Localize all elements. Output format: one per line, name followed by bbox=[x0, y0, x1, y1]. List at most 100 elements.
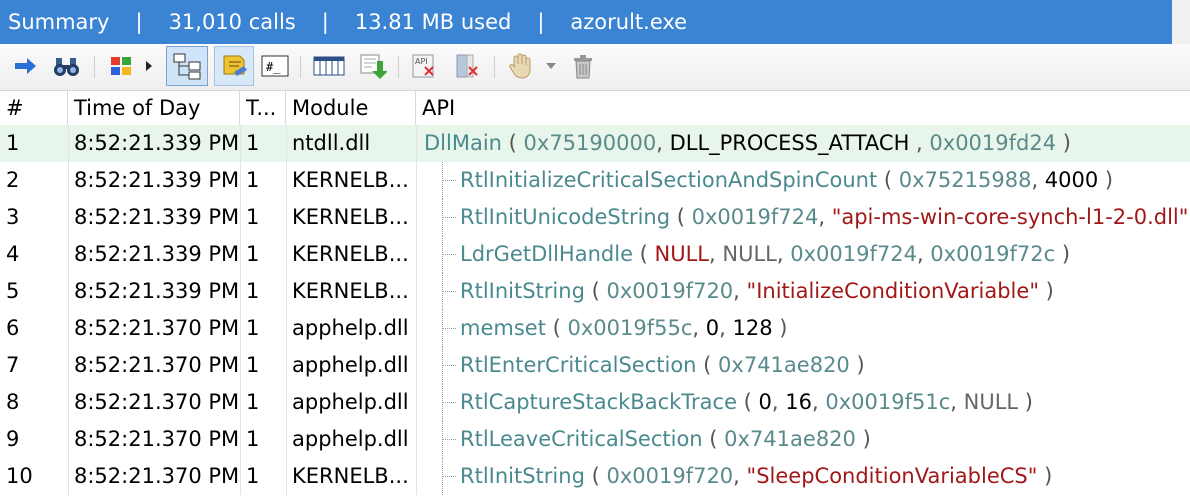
row-thread: 1 bbox=[246, 131, 260, 155]
dropdown-icon[interactable] bbox=[540, 50, 562, 82]
highlight-icon[interactable] bbox=[214, 46, 254, 86]
column-divider bbox=[240, 421, 241, 458]
api-argument: NULL bbox=[654, 242, 710, 266]
api-function-name[interactable]: RtlInitString bbox=[460, 464, 585, 488]
api-function-name[interactable]: RtlCaptureStackBackTrace bbox=[460, 390, 737, 414]
row-api-call: RtlInitUnicodeString ( 0x0019f724, "api-… bbox=[454, 199, 1190, 236]
row-api-call: RtlEnterCriticalSection ( 0x741ae820 ) bbox=[454, 347, 1190, 384]
row-api-call: LdrGetDllHandle ( NULL, NULL, 0x0019f724… bbox=[454, 236, 1190, 273]
export-icon[interactable] bbox=[358, 50, 388, 82]
expand-arrow-icon[interactable] bbox=[142, 50, 156, 82]
api-argument: 0x75190000 bbox=[523, 131, 657, 155]
table-row[interactable]: 9 8:52:21.370 PM 1 apphelp.dll RtlLeaveCriti… bbox=[0, 421, 1190, 458]
forward-arrow-icon[interactable] bbox=[10, 50, 40, 82]
api-argument: NULL bbox=[722, 242, 777, 266]
api-argument: 0x0019f724 bbox=[790, 242, 917, 266]
api-argument: 0x0019f55c bbox=[567, 316, 693, 340]
memory-used: 13.81 MB used bbox=[354, 10, 512, 34]
column-divider bbox=[240, 310, 241, 347]
toolbar: #_ API bbox=[0, 44, 1190, 91]
columns-icon[interactable] bbox=[312, 50, 346, 82]
table-row[interactable]: 3 8:52:21.339 PM 1 KERNELB... RtlInitUnicode… bbox=[0, 199, 1190, 236]
api-argument: , bbox=[776, 242, 791, 266]
api-argument: 0x0019fd24 bbox=[929, 131, 1057, 155]
delete-column-icon[interactable] bbox=[452, 50, 482, 82]
paren-close: ) bbox=[855, 427, 871, 451]
api-function-name[interactable]: RtlInitUnicodeString bbox=[460, 205, 670, 229]
row-number: 9 bbox=[6, 427, 20, 451]
api-function-name[interactable]: RtlInitializeCriticalSectionAndSpinCount bbox=[460, 168, 877, 192]
trash-icon[interactable] bbox=[568, 50, 598, 82]
table-row[interactable]: 5 8:52:21.339 PM 1 KERNELB... RtlInitString … bbox=[0, 273, 1190, 310]
column-divider bbox=[68, 273, 69, 310]
api-argument: 0x0019f72c bbox=[930, 242, 1056, 266]
table-row[interactable]: 10 8:52:21.370 PM 1 KERNELB... RtlInitString… bbox=[0, 458, 1190, 495]
table-row[interactable]: 7 8:52:21.370 PM 1 apphelp.dll RtlEnterCriti… bbox=[0, 347, 1190, 384]
api-argument: , bbox=[656, 131, 670, 155]
header-thread[interactable]: T... bbox=[240, 91, 286, 125]
table-row[interactable]: 4 8:52:21.339 PM 1 KERNELB... LdrGetDllHandl… bbox=[0, 236, 1190, 273]
row-thread: 1 bbox=[246, 316, 260, 340]
paren-open: ( bbox=[501, 131, 524, 155]
row-number: 8 bbox=[6, 390, 20, 414]
api-argument: , bbox=[692, 316, 706, 340]
hex-icon[interactable]: #_ bbox=[260, 50, 290, 82]
row-time: 8:52:21.370 PM bbox=[74, 464, 240, 488]
color-blocks-icon[interactable] bbox=[106, 50, 136, 82]
paren-open: ( bbox=[877, 168, 899, 192]
api-argument: 0x75215988 bbox=[898, 168, 1032, 192]
row-number: 7 bbox=[6, 353, 20, 377]
column-divider bbox=[416, 125, 417, 162]
table-row[interactable]: 1 8:52:21.339 PM 1 ntdll.dll DllMain ( 0x751… bbox=[0, 125, 1190, 162]
header-api[interactable]: API bbox=[416, 91, 1190, 125]
row-number: 10 bbox=[6, 464, 33, 488]
api-function-name[interactable]: RtlInitString bbox=[460, 279, 585, 303]
hand-icon[interactable] bbox=[506, 50, 536, 82]
paren-open: ( bbox=[545, 316, 568, 340]
api-argument: DLL_PROCESS_ATTACH bbox=[669, 131, 910, 155]
column-divider bbox=[286, 347, 287, 384]
header-module[interactable]: Module bbox=[286, 91, 416, 125]
api-argument: , bbox=[709, 242, 723, 266]
tree-view-icon[interactable] bbox=[166, 46, 208, 86]
title-separator: | bbox=[537, 10, 545, 34]
api-argument: , bbox=[950, 390, 964, 414]
row-module: apphelp.dll bbox=[292, 316, 409, 340]
row-number: 1 bbox=[6, 131, 20, 155]
header-time[interactable]: Time of Day bbox=[68, 91, 240, 125]
api-argument: , bbox=[719, 316, 733, 340]
paren-open: ( bbox=[696, 353, 719, 377]
title-bar: Summary | 31,010 calls | 13.81 MB used |… bbox=[0, 0, 1190, 44]
column-divider bbox=[240, 384, 241, 421]
api-delete-icon[interactable]: API bbox=[410, 50, 440, 82]
api-function-name[interactable]: RtlEnterCriticalSection bbox=[460, 353, 697, 377]
row-time: 8:52:21.339 PM bbox=[74, 205, 240, 229]
table-row[interactable]: 8 8:52:21.370 PM 1 apphelp.dll RtlCaptureSta… bbox=[0, 384, 1190, 421]
row-api-call: RtlCaptureStackBackTrace ( 0, 16, 0x0019… bbox=[454, 384, 1190, 421]
api-argument: 4000 bbox=[1044, 168, 1099, 192]
table-row[interactable]: 6 8:52:21.370 PM 1 apphelp.dll memset ( 0x00… bbox=[0, 310, 1190, 347]
api-argument: , bbox=[771, 390, 786, 414]
column-divider bbox=[286, 310, 287, 347]
paren-close: ) bbox=[772, 316, 788, 340]
column-divider bbox=[240, 162, 241, 199]
row-number: 4 bbox=[6, 242, 20, 266]
call-list: 1 8:52:21.339 PM 1 ntdll.dll DllMain ( 0x751… bbox=[0, 125, 1190, 495]
api-argument: , bbox=[818, 205, 832, 229]
table-row[interactable]: 2 8:52:21.339 PM 1 KERNELB... RtlInitializeC… bbox=[0, 162, 1190, 199]
summary-label: Summary bbox=[8, 10, 110, 34]
row-thread: 1 bbox=[246, 205, 260, 229]
api-argument: 0 bbox=[705, 316, 720, 340]
api-function-name[interactable]: LdrGetDllHandle bbox=[460, 242, 633, 266]
header-number[interactable]: # bbox=[0, 91, 68, 125]
api-argument: , bbox=[1031, 168, 1045, 192]
row-thread: 1 bbox=[246, 353, 260, 377]
binoculars-icon[interactable] bbox=[52, 50, 82, 82]
column-divider bbox=[240, 236, 241, 273]
row-number: 5 bbox=[6, 279, 20, 303]
api-function-name[interactable]: DllMain bbox=[424, 131, 502, 155]
column-divider bbox=[416, 273, 417, 310]
row-module: KERNELB... bbox=[292, 168, 409, 192]
api-function-name[interactable]: RtlLeaveCriticalSection bbox=[460, 427, 703, 451]
api-function-name[interactable]: memset bbox=[460, 316, 546, 340]
